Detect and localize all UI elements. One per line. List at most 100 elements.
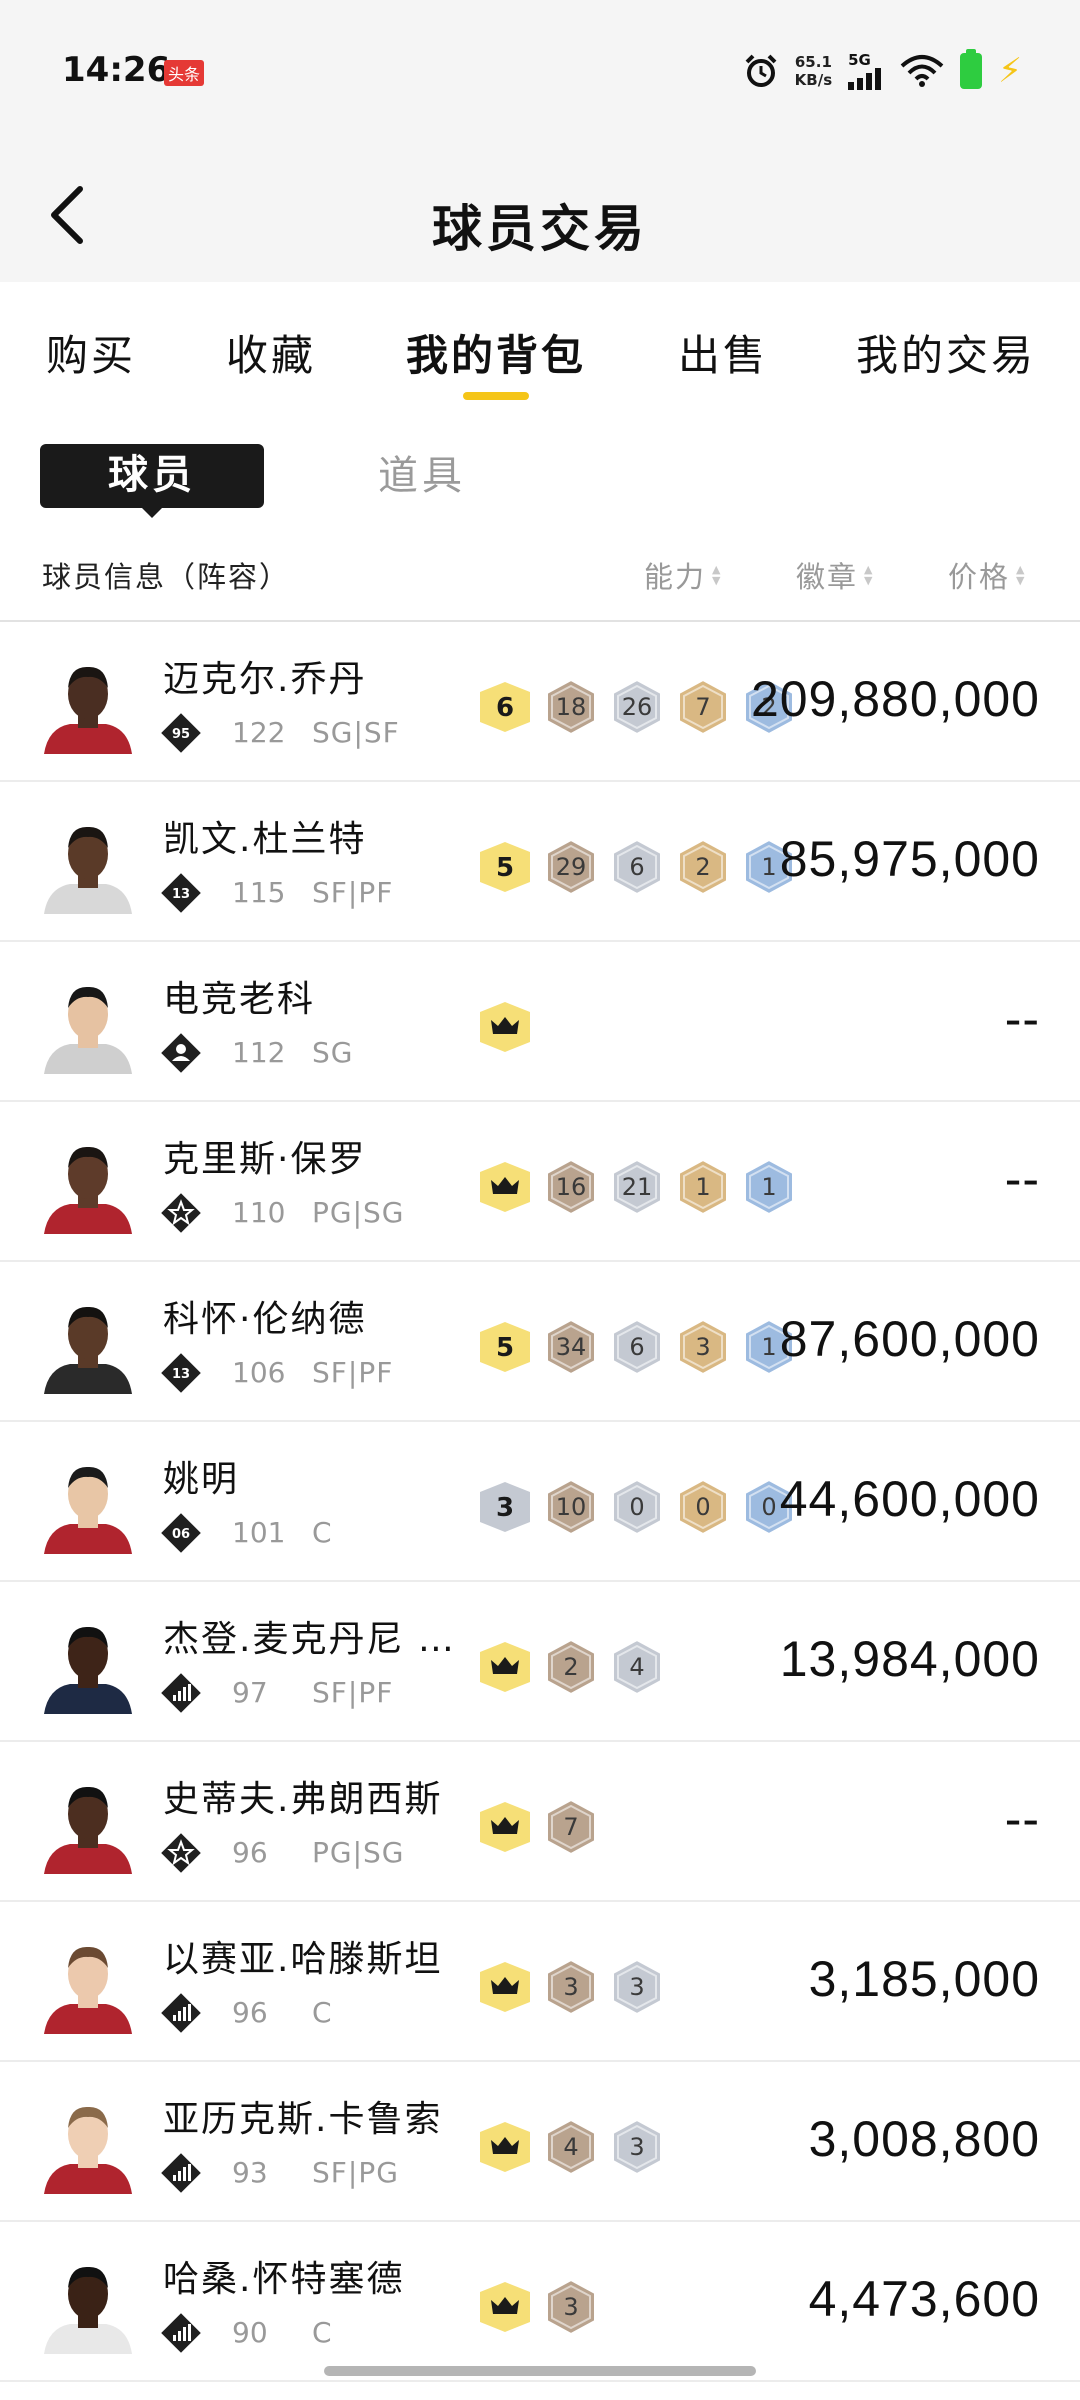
crown-icon	[480, 1962, 530, 2012]
app-notification-badge: 头条	[164, 60, 205, 86]
rank-number: 13	[172, 1367, 190, 1382]
player-row[interactable]: 以赛亚.哈滕斯坦 96 C 3 3 3,185,000	[0, 1902, 1080, 2062]
player-price: 209,880,000	[750, 671, 1040, 727]
player-name: 迈克尔.乔丹	[163, 659, 367, 700]
player-rating: 93	[232, 2156, 268, 2189]
player-row[interactable]: 迈克尔.乔丹 95 122 SG|SF 6 18 26 7 2 209,880,000	[0, 622, 1080, 782]
bars-rank-icon	[161, 2313, 201, 2353]
player-position: SG|SF	[312, 716, 400, 749]
player-price: 44,600,000	[779, 1471, 1040, 1527]
player-position: SG	[312, 1036, 354, 1069]
charging-bolt-icon: ⚡	[998, 51, 1022, 91]
player-rating: 96	[232, 1996, 268, 2029]
gold-badge: 7	[678, 678, 728, 736]
badge-value: 26	[622, 693, 653, 721]
tab-my-backpack[interactable]: 我的背包	[406, 322, 586, 383]
player-row[interactable]: 史蒂夫.弗朗西斯 96 PG|SG 7 --	[0, 1742, 1080, 1902]
player-avatar	[40, 1778, 136, 1874]
badge-value: 18	[556, 693, 587, 721]
badge-value: 3	[695, 1333, 710, 1361]
badge-value: 0	[629, 1493, 644, 1521]
sort-ability[interactable]: 能力 ▲ ▼	[644, 554, 722, 596]
person-rank-icon	[161, 1033, 201, 1073]
player-row[interactable]: 姚明 06 101 C 3 10 0 0 0 44,600,000	[0, 1422, 1080, 1582]
bronze-badge: 10	[546, 1478, 596, 1536]
tab-sell[interactable]: 出售	[678, 322, 768, 383]
bronze-badge: 4	[546, 2118, 596, 2176]
silver-badge: 3	[612, 2118, 662, 2176]
level-badge: 5	[480, 842, 530, 892]
badge-value: 2	[695, 853, 710, 881]
badge-group: 33	[478, 1958, 664, 2016]
badge-group: 5 29 6 2 1	[478, 838, 796, 896]
silver-badge: 6	[612, 1318, 662, 1376]
crown-icon	[480, 1802, 530, 1852]
player-position: C	[312, 1996, 333, 2029]
tab-favorites[interactable]: 收藏	[226, 322, 316, 383]
player-avatar	[40, 818, 136, 914]
player-avatar	[40, 1938, 136, 2034]
crown-icon	[480, 2282, 530, 2332]
badge-value: 7	[695, 693, 710, 721]
player-rating: 106	[232, 1356, 286, 1389]
player-row[interactable]: 哈桑.怀特塞德 90 C 3 4,473,600	[0, 2222, 1080, 2382]
subtab-players[interactable]: 球员	[40, 444, 264, 518]
player-name: 姚明	[163, 1459, 240, 1500]
player-avatar	[40, 2258, 136, 2354]
badge-group: 6 18 26 7 2	[478, 678, 796, 736]
bronze-badge: 16	[546, 1158, 596, 1216]
player-price: 85,975,000	[779, 831, 1040, 887]
player-name: 以赛亚.哈滕斯坦	[163, 1939, 443, 1980]
player-row[interactable]: 克里斯·保罗 110 PG|SG 16 21 1 1 --	[0, 1102, 1080, 1262]
crown-icon	[480, 1162, 530, 1212]
gold-badge: 1	[678, 1158, 728, 1216]
player-position: C	[312, 2316, 333, 2349]
crown-icon	[480, 1002, 530, 1052]
tab-buy[interactable]: 购买	[46, 322, 136, 383]
bronze-badge: 34	[546, 1318, 596, 1376]
signal-type-label: 5G	[848, 51, 871, 69]
player-position: C	[312, 1516, 333, 1549]
player-row[interactable]: 科怀·伦纳德 13 106 SF|PF 5 34 6 3 1 87,600,000	[0, 1262, 1080, 1422]
sort-price[interactable]: 价格 ▲ ▼	[948, 554, 1026, 596]
player-row[interactable]: 电竞老科 112 SG --	[0, 942, 1080, 1102]
player-avatar	[40, 1298, 136, 1394]
gold-badge: 0	[678, 1478, 728, 1536]
player-price: --	[1004, 991, 1040, 1047]
subtab-items[interactable]: 道具	[378, 444, 466, 508]
level-badge: 6	[480, 682, 530, 732]
player-rating: 97	[232, 1676, 268, 1709]
player-row[interactable]: 杰登.麦克丹尼 … 97 SF|PF 2 4 13,984,000	[0, 1582, 1080, 1742]
badge-value: 3	[496, 1493, 514, 1523]
badge-value: 3	[563, 2293, 578, 2321]
player-rating: 101	[232, 1516, 286, 1549]
badge-group: 3	[478, 2278, 598, 2336]
player-price: --	[1004, 1791, 1040, 1847]
badge-value: 1	[761, 1333, 776, 1361]
player-row[interactable]: 亚历克斯.卡鲁索 93 SF|PG 4 3 3,008,800	[0, 2062, 1080, 2222]
column-header: 球员信息（阵容） 能力 ▲ ▼ 徽章 ▲ ▼ 价格 ▲ ▼	[0, 532, 1080, 622]
silver-badge: 4	[612, 1638, 662, 1696]
active-tab-indicator	[463, 392, 529, 400]
player-avatar	[40, 658, 136, 754]
sort-arrows-icon: ▲ ▼	[864, 563, 875, 587]
player-avatar	[40, 978, 136, 1074]
player-name: 科怀·伦纳德	[163, 1299, 367, 1340]
player-avatar	[40, 1138, 136, 1234]
badge-value: 4	[629, 1653, 644, 1681]
tab-my-trades[interactable]: 我的交易	[856, 322, 1036, 383]
bronze-badge: 29	[546, 838, 596, 896]
gold-badge: 3	[678, 1318, 728, 1376]
player-row[interactable]: 凯文.杜兰特 13 115 SF|PF 5 29 6 2 1 85,975,000	[0, 782, 1080, 942]
badge-value: 10	[556, 1493, 587, 1521]
player-rating: 115	[232, 876, 286, 909]
badge-value: 0	[761, 1493, 776, 1521]
badge-value: 3	[563, 1973, 578, 2001]
number-rank-icon: 06	[161, 1513, 201, 1553]
gold-badge: 2	[678, 838, 728, 896]
column-player-info: 球员信息（阵容）	[42, 560, 291, 594]
player-avatar	[40, 2098, 136, 2194]
sort-badge[interactable]: 徽章 ▲ ▼	[796, 554, 874, 596]
badge-value: 4	[563, 2133, 578, 2161]
player-name: 凯文.杜兰特	[163, 819, 367, 860]
